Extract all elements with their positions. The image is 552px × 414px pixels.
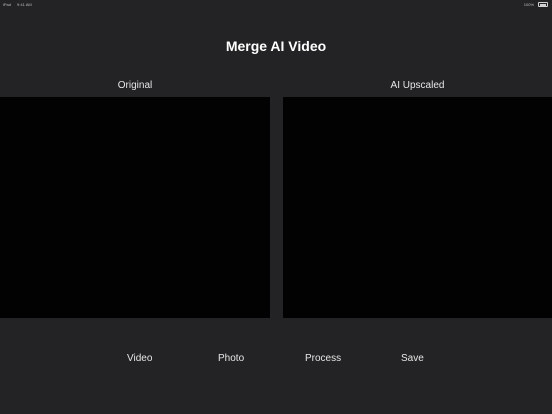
battery-percent: 100% (523, 2, 534, 7)
status-bar: iPad 9:41 AM 100% (0, 0, 552, 9)
process-button[interactable]: Process (305, 353, 341, 364)
upscaled-preview (283, 97, 552, 318)
status-left: iPad 9:41 AM (3, 2, 32, 7)
status-right: 100% (524, 2, 548, 7)
video-button[interactable]: Video (127, 353, 152, 364)
photo-button[interactable]: Photo (218, 353, 244, 364)
battery-icon (538, 2, 548, 7)
save-button[interactable]: Save (401, 353, 424, 364)
original-preview (0, 97, 270, 318)
carrier-text: iPad (3, 2, 12, 7)
time-text: 9:41 AM (17, 2, 32, 7)
toolbar: Video Photo Process Save (0, 318, 552, 414)
upscaled-label: AI Upscaled (390, 80, 445, 91)
original-label: Original (117, 80, 153, 91)
page-title: Merge AI Video (225, 38, 327, 54)
